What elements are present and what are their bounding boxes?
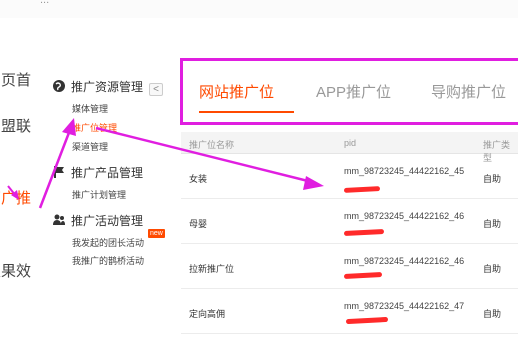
adzone-name: 定向高佣: [189, 309, 226, 319]
menu-link-media[interactable]: 媒体管理: [72, 102, 108, 115]
table-row[interactable]: 母婴 mm_98723245_44422162_46 自助: [181, 199, 518, 244]
adzone-pid: mm_98723245_44422162_47: [344, 301, 465, 311]
menu-group-label: 推广资源管理: [71, 79, 144, 94]
adzone-name: 女装: [189, 174, 208, 184]
menu-group-label: 推广活动管理: [71, 213, 144, 228]
tab-app-adzone[interactable]: APP推广位: [316, 81, 391, 102]
menu-group-activities: 推广活动管理: [52, 212, 143, 228]
menu-group-resources: 推广资源管理: [52, 78, 143, 94]
menu-group-label: 推广产品管理: [71, 165, 144, 180]
collapse-sidebar-button[interactable]: <: [149, 83, 163, 96]
nav-item-reports[interactable]: 效果报表: [0, 263, 32, 279]
column-header-name: 推广位名称: [189, 140, 235, 150]
column-header-pid: pid: [344, 138, 357, 148]
tab-website-adzone[interactable]: 网站推广位: [199, 81, 274, 102]
tab-guide-adzone[interactable]: 导购推广位: [431, 81, 506, 102]
nav-item-promo-manage[interactable]: 推广管理: [0, 190, 32, 206]
adzone-pid: mm_98723245_44422162_46: [344, 256, 465, 266]
globe-icon: [53, 80, 65, 92]
flag-icon: [54, 166, 64, 178]
adzone-name: 拉新推广位: [189, 264, 235, 274]
menu-group-title[interactable]: 推广产品管理: [52, 164, 143, 180]
nav-item-home[interactable]: 首页: [0, 72, 32, 88]
nav-item-products[interactable]: 联盟产品: [0, 118, 32, 134]
adzone-type: 自助: [483, 309, 502, 319]
table-row[interactable]: 定向高佣 mm_98723245_44422162_47 自助: [181, 289, 518, 334]
menu-link-adzone[interactable]: 推广位管理: [72, 121, 117, 134]
menu-group-title[interactable]: 推广资源管理: [52, 78, 143, 94]
adzone-name: 母婴: [189, 219, 208, 229]
menu-link-channel[interactable]: 渠道管理: [72, 140, 108, 153]
adzone-pid: mm_98723245_44422162_46: [344, 211, 465, 221]
menu-link-plans[interactable]: 推广计划管理: [72, 188, 126, 201]
table-header: 推广位名称 pid 推广类型: [181, 132, 518, 163]
users-icon: [53, 214, 65, 225]
tab-bar: 网站推广位 APP推广位 导购推广位: [180, 58, 518, 125]
top-bar-text: ...: [40, 0, 50, 6]
top-bar: ...: [0, 0, 518, 18]
adzone-type: 自助: [483, 264, 502, 274]
menu-link-leader-activity[interactable]: 我发起的团长活动: [72, 236, 144, 249]
menu-group-title[interactable]: 推广活动管理: [52, 212, 143, 228]
menu-group-products: 推广产品管理: [52, 164, 143, 180]
table-row[interactable]: 拉新推广位 mm_98723245_44422162_46 自助: [181, 244, 518, 289]
adzone-type: 自助: [483, 219, 502, 229]
active-tab-indicator: [199, 111, 294, 113]
adzone-pid: mm_98723245_44422162_45: [344, 166, 465, 176]
menu-link-bridge-activity[interactable]: 我推广的鹊桥活动: [72, 254, 144, 267]
new-badge: new: [148, 229, 165, 238]
adzone-type: 自助: [483, 174, 502, 184]
